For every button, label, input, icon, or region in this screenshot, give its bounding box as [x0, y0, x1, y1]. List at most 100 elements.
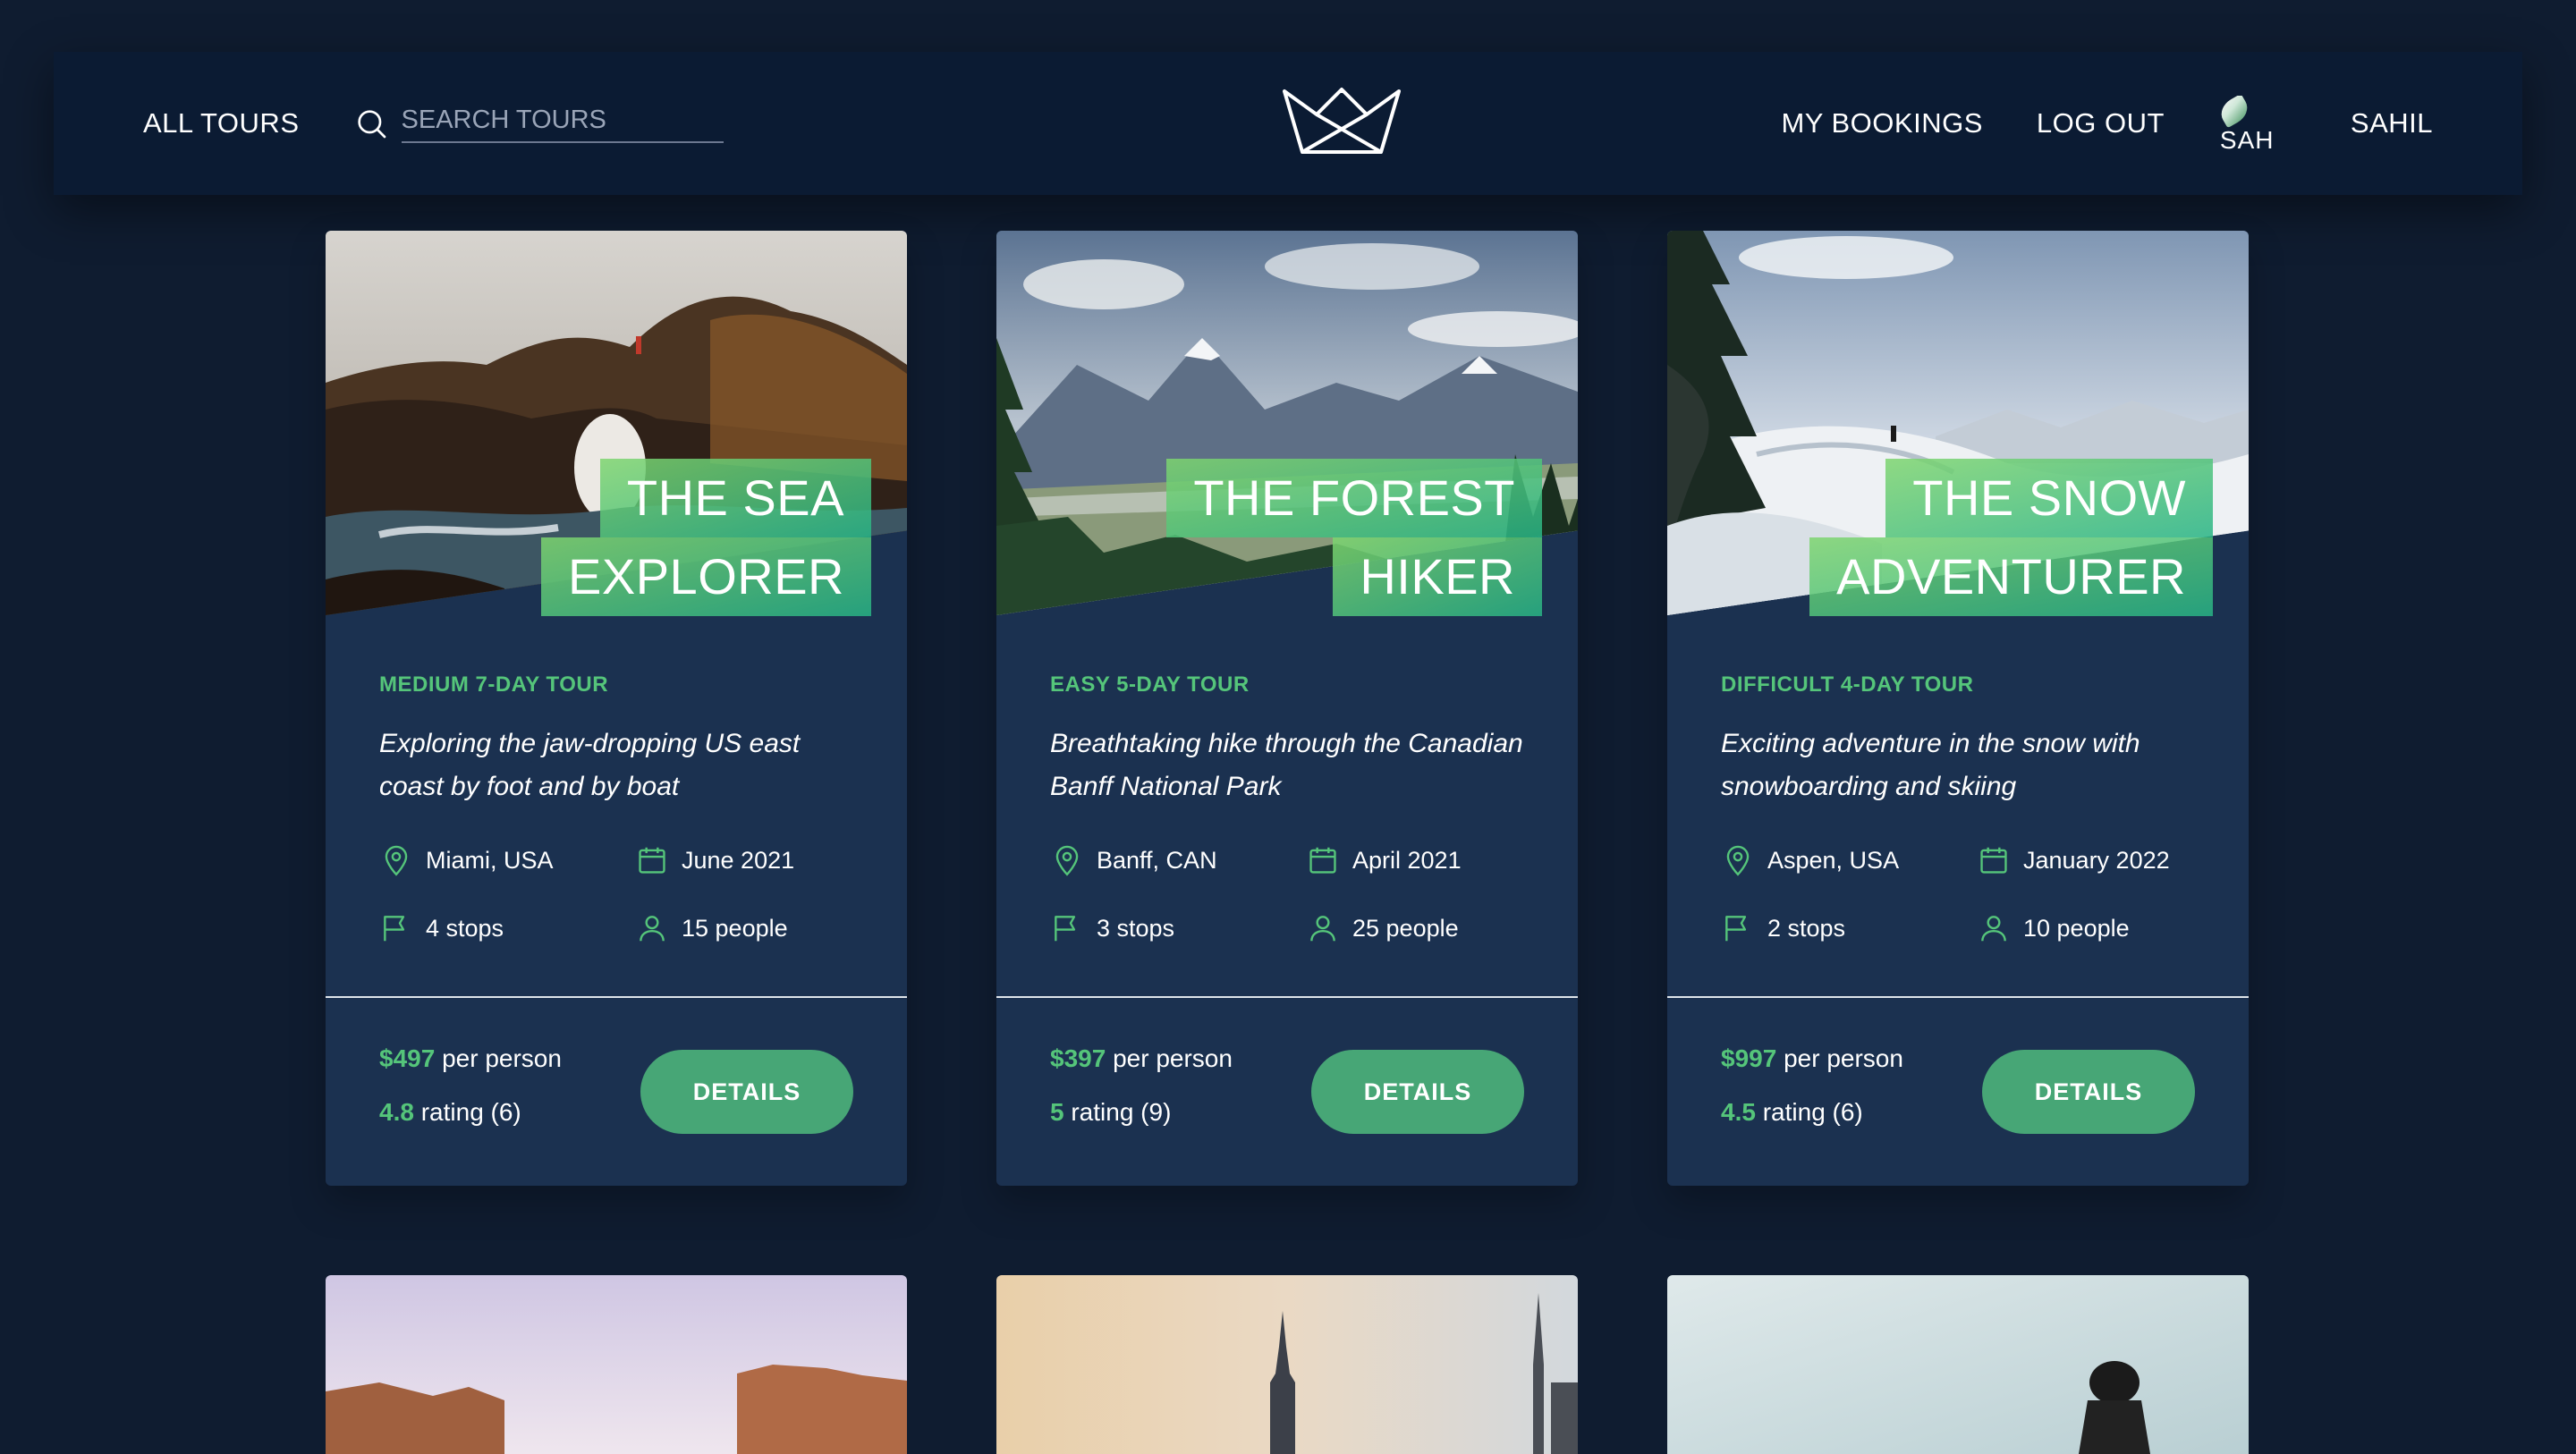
- calendar-icon: [1980, 847, 2007, 874]
- detail-people: 15 people: [635, 911, 788, 945]
- avatar[interactable]: SAH: [2217, 96, 2274, 151]
- card-subheading: MEDIUM 7-DAY TOUR: [379, 672, 609, 697]
- my-bookings-link[interactable]: MY BOOKINGS: [1781, 107, 1982, 139]
- card-title-line-2: HIKER: [1333, 537, 1542, 616]
- card-price: $997 per person: [1721, 1044, 1903, 1073]
- tour-image: [326, 1275, 907, 1454]
- details-button[interactable]: DETAILS: [1982, 1050, 2195, 1134]
- tour-image: [1667, 1275, 2249, 1454]
- details-button[interactable]: DETAILS: [640, 1050, 853, 1134]
- detail-people: 10 people: [1977, 911, 2130, 945]
- card-rating: 4.8 rating (6): [379, 1098, 562, 1127]
- rating-label: rating (9): [1071, 1098, 1172, 1126]
- map-pin-icon: [385, 845, 408, 876]
- detail-location: Banff, CAN: [1050, 843, 1217, 877]
- card-footer: $397 per person 5 rating (9): [1050, 1044, 1233, 1152]
- detail-stops: 4 stops: [379, 911, 504, 945]
- tour-card-peek[interactable]: [326, 1275, 907, 1454]
- broken-image-icon: [2217, 96, 2253, 129]
- detail-people: 25 people: [1306, 911, 1459, 945]
- detail-date: January 2022: [1977, 843, 2170, 877]
- card-footer: $997 per person 4.5 rating (6): [1721, 1044, 1903, 1152]
- card-rating: 4.5 rating (6): [1721, 1098, 1903, 1127]
- flag-icon: [1725, 916, 1747, 942]
- price-label: per person: [1784, 1044, 1903, 1072]
- detail-stops: 3 stops: [1050, 911, 1174, 945]
- card-body: DIFFICULT 4-DAY TOUR Exciting adventure …: [1721, 672, 2195, 808]
- card-divider: [326, 996, 907, 998]
- user-profile[interactable]: SAH SAHIL: [2217, 96, 2433, 151]
- tour-card-peek[interactable]: [1667, 1275, 2249, 1454]
- card-body: MEDIUM 7-DAY TOUR Exploring the jaw-drop…: [379, 672, 853, 808]
- avatar-alt-text: SAH: [2219, 126, 2274, 151]
- tour-card: THE SNOW ADVENTURER DIFFICULT 4-DAY TOUR…: [1667, 231, 2249, 1186]
- card-divider: [996, 996, 1578, 998]
- crown-logo[interactable]: [1281, 84, 1402, 156]
- stops-text: 4 stops: [426, 914, 504, 942]
- detail-location: Aspen, USA: [1721, 843, 1899, 877]
- details-button[interactable]: DETAILS: [1311, 1050, 1524, 1134]
- stops-text: 3 stops: [1097, 914, 1175, 942]
- location-text: Banff, CAN: [1097, 846, 1217, 874]
- card-title: THE SEA EXPLORER: [370, 458, 871, 616]
- card-details: Aspen, USA January 2022 2 stops 10 peopl…: [1721, 843, 2204, 986]
- card-price: $497 per person: [379, 1044, 562, 1073]
- search-form: [353, 104, 724, 143]
- tour-card: THE FOREST HIKER EASY 5-DAY TOUR Breatht…: [996, 231, 1578, 1186]
- card-price: $397 per person: [1050, 1044, 1233, 1073]
- price-label: per person: [1113, 1044, 1233, 1072]
- card-divider: [1667, 996, 2249, 998]
- rating-label: rating (6): [1762, 1098, 1863, 1126]
- rating-label: rating (6): [420, 1098, 521, 1126]
- log-out-link[interactable]: LOG OUT: [2037, 107, 2165, 139]
- user-icon: [1981, 916, 2006, 942]
- card-details: Banff, CAN April 2021 3 stops 25 people: [1050, 843, 1533, 986]
- card-summary: Exploring the jaw-dropping US east coast…: [379, 729, 801, 801]
- detail-location: Miami, USA: [379, 843, 554, 877]
- detail-stops: 2 stops: [1721, 911, 1845, 945]
- price-label: per person: [442, 1044, 562, 1072]
- people-text: 15 people: [682, 914, 788, 942]
- search-input[interactable]: [401, 104, 724, 143]
- price-value: $497: [379, 1044, 436, 1072]
- all-tours-link[interactable]: ALL TOURS: [143, 107, 300, 139]
- card-rating: 5 rating (9): [1050, 1098, 1233, 1127]
- flag-icon: [384, 916, 405, 942]
- card-summary: Breathtaking hike through the Canadian B…: [1050, 729, 1523, 801]
- detail-date: April 2021: [1306, 843, 1462, 877]
- user-name[interactable]: SAHIL: [2351, 107, 2433, 139]
- location-text: Miami, USA: [426, 846, 554, 874]
- header-right: MY BOOKINGS LOG OUT SAH SAHIL: [1727, 96, 2433, 151]
- people-text: 25 people: [1352, 914, 1459, 942]
- site-header: ALL TOURS MY BOOKINGS LOG OUT SAH SAHIL: [54, 52, 2522, 195]
- card-subheading: EASY 5-DAY TOUR: [1050, 672, 1250, 697]
- calendar-icon: [1309, 847, 1336, 874]
- stops-text: 2 stops: [1767, 914, 1846, 942]
- card-footer: $497 per person 4.8 rating (6): [379, 1044, 562, 1152]
- map-pin-icon: [1726, 845, 1750, 876]
- card-title: THE SNOW ADVENTURER: [1712, 458, 2213, 616]
- detail-date: June 2021: [635, 843, 794, 877]
- card-subheading: DIFFICULT 4-DAY TOUR: [1721, 672, 1974, 697]
- price-value: $397: [1050, 1044, 1106, 1072]
- card-body: EASY 5-DAY TOUR Breathtaking hike throug…: [1050, 672, 1524, 808]
- tour-card-peek[interactable]: [996, 1275, 1578, 1454]
- people-text: 10 people: [2023, 914, 2130, 942]
- date-text: June 2021: [682, 846, 795, 874]
- card-title-line-2: ADVENTURER: [1809, 537, 2213, 616]
- card-title: THE FOREST HIKER: [1041, 458, 1542, 616]
- flag-icon: [1055, 916, 1076, 942]
- rating-value: 5: [1050, 1098, 1064, 1126]
- price-value: $997: [1721, 1044, 1777, 1072]
- map-pin-icon: [1055, 845, 1079, 876]
- card-summary: Exciting adventure in the snow with snow…: [1721, 729, 2140, 801]
- card-title-line-1: THE SNOW: [1885, 458, 2213, 537]
- date-text: April 2021: [1352, 846, 1462, 874]
- user-icon: [1310, 916, 1335, 942]
- search-icon[interactable]: [353, 106, 389, 141]
- rating-value: 4.5: [1721, 1098, 1756, 1126]
- card-title-line-1: THE FOREST: [1166, 458, 1542, 537]
- tour-card: THE SEA EXPLORER MEDIUM 7-DAY TOUR Explo…: [326, 231, 907, 1186]
- calendar-icon: [639, 847, 665, 874]
- card-title-line-2: EXPLORER: [541, 537, 871, 616]
